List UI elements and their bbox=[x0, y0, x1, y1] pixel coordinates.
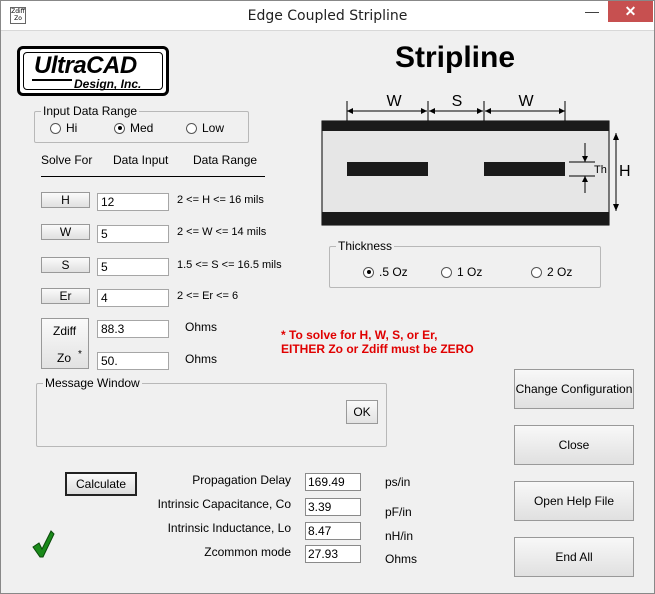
zcommon-label: Zcommon mode bbox=[204, 545, 291, 559]
w1-label: W bbox=[386, 93, 402, 110]
top-ground-plane bbox=[322, 121, 609, 131]
capacitance-label: Intrinsic Capacitance, Co bbox=[157, 497, 291, 511]
range-radio-hi[interactable]: Hi bbox=[50, 121, 77, 135]
thickness-radio-half-oz[interactable]: .5 Oz bbox=[363, 265, 408, 279]
zo-unit: Ohms bbox=[185, 352, 218, 366]
open-help-file-button[interactable]: Open Help File bbox=[514, 481, 634, 521]
minimize-button[interactable]: — bbox=[579, 1, 605, 22]
calculate-button[interactable]: Calculate bbox=[65, 472, 137, 496]
solve-for-header: Solve For bbox=[41, 153, 93, 167]
title-bar: Zdiff Zo Edge Coupled Stripline — ✕ bbox=[1, 1, 654, 31]
zo-asterisk: * bbox=[78, 349, 82, 360]
zdiff-input[interactable]: 88.3 bbox=[97, 320, 169, 338]
w-range: 2 <= W <= 14 mils bbox=[177, 226, 267, 238]
radio-circle-icon bbox=[531, 266, 542, 278]
propagation-delay-label: Propagation Delay bbox=[192, 473, 291, 487]
stripline-diagram: W S W Th H bbox=[321, 93, 631, 226]
change-configuration-button[interactable]: Change Configuration bbox=[514, 369, 634, 409]
radio-circle-icon bbox=[441, 266, 452, 278]
ultracad-logo: UltraCAD Design, Inc. bbox=[17, 46, 169, 96]
solve-er-button[interactable]: Er bbox=[41, 288, 90, 304]
h-input[interactable]: 12 bbox=[97, 193, 169, 211]
s-input[interactable]: 5 bbox=[97, 258, 169, 276]
s-range: 1.5 <= S <= 16.5 mils bbox=[177, 259, 282, 271]
range-radio-low[interactable]: Low bbox=[186, 121, 224, 135]
capacitance-value: 3.39 bbox=[305, 498, 361, 516]
zcommon-value: 27.93 bbox=[305, 545, 361, 563]
message-window-legend: Message Window bbox=[43, 376, 142, 390]
logo-line2: Design, Inc. bbox=[74, 77, 142, 91]
close-window-button[interactable]: ✕ bbox=[608, 1, 653, 22]
checkmark-icon bbox=[32, 530, 55, 558]
er-input[interactable]: 4 bbox=[97, 289, 169, 307]
radio-circle-icon bbox=[186, 122, 197, 134]
h-dim-label: H bbox=[619, 163, 631, 180]
zo-label: Zo bbox=[57, 351, 72, 365]
s-label: S bbox=[452, 93, 463, 110]
close-button[interactable]: Close bbox=[514, 425, 634, 465]
message-window: Message Window bbox=[36, 376, 387, 447]
stripline-title: Stripline bbox=[395, 41, 516, 74]
solve-s-button[interactable]: S bbox=[41, 257, 90, 273]
header-divider bbox=[41, 176, 265, 177]
thickness-radio-2-oz[interactable]: 2 Oz bbox=[531, 265, 572, 279]
radio-circle-selected-icon bbox=[363, 266, 374, 278]
capacitance-unit: pF/in bbox=[385, 505, 412, 519]
input-range-legend: Input Data Range bbox=[41, 104, 140, 118]
th-label: Th bbox=[594, 164, 607, 176]
propagation-delay-unit: ps/in bbox=[385, 475, 411, 489]
inductance-label: Intrinsic Inductance, Lo bbox=[167, 521, 291, 535]
zdiff-zo-button[interactable]: Zdiff Zo * bbox=[41, 318, 89, 369]
w2-label: W bbox=[518, 93, 534, 110]
app-window: Zdiff Zo Edge Coupled Stripline — ✕ Ultr… bbox=[0, 0, 655, 594]
inductance-value: 8.47 bbox=[305, 522, 361, 540]
data-input-header: Data Input bbox=[113, 153, 169, 167]
window-title: Edge Coupled Stripline bbox=[247, 8, 408, 24]
er-range: 2 <= Er <= 6 bbox=[177, 290, 239, 302]
radio-circle-selected-icon bbox=[114, 122, 125, 134]
propagation-delay-value: 169.49 bbox=[305, 473, 361, 491]
warning-line1: * To solve for H, W, S, or Er, bbox=[281, 328, 438, 342]
warning-line2: EITHER Zo or Zdiff must be ZERO bbox=[281, 342, 474, 356]
thickness-legend: Thickness bbox=[336, 239, 395, 253]
h-range: 2 <= H <= 16 mils bbox=[177, 194, 264, 206]
left-trace bbox=[347, 162, 428, 176]
data-range-header: Data Range bbox=[193, 153, 258, 167]
zo-input[interactable]: 50. bbox=[97, 352, 169, 370]
solve-h-button[interactable]: H bbox=[41, 192, 90, 208]
ok-button[interactable]: OK bbox=[346, 400, 378, 424]
w-input[interactable]: 5 bbox=[97, 225, 169, 243]
thickness-radio-1-oz[interactable]: 1 Oz bbox=[441, 265, 482, 279]
solve-w-button[interactable]: W bbox=[41, 224, 90, 240]
right-trace bbox=[484, 162, 565, 176]
zdiff-unit: Ohms bbox=[185, 320, 218, 334]
radio-circle-icon bbox=[50, 122, 61, 134]
end-all-button[interactable]: End All bbox=[514, 537, 634, 577]
zdiff-label: Zdiff bbox=[53, 324, 77, 338]
inductance-unit: nH/in bbox=[385, 529, 414, 543]
zcommon-unit: Ohms bbox=[385, 552, 418, 566]
bottom-ground-plane bbox=[322, 212, 609, 225]
logo-line1: UltraCAD bbox=[34, 52, 137, 79]
range-radio-med[interactable]: Med bbox=[114, 121, 153, 135]
